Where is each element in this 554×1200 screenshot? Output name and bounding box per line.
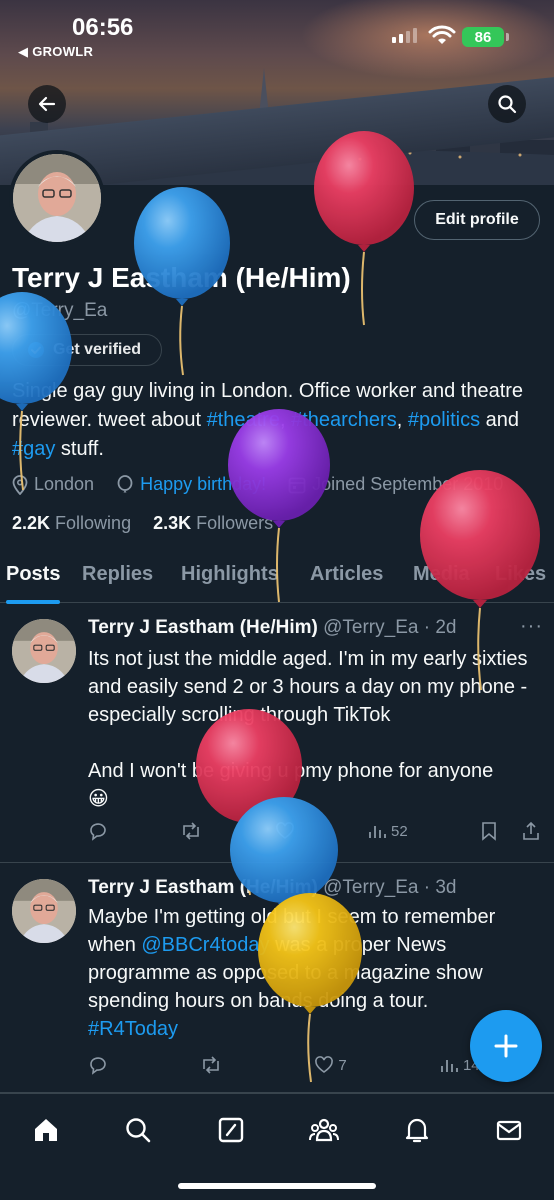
like-button[interactable]: 7: [314, 1055, 347, 1075]
search-icon: [498, 95, 517, 114]
edit-profile-button[interactable]: Edit profile: [414, 200, 540, 240]
nav-search[interactable]: [118, 1110, 158, 1150]
cellular-signal-icon: [392, 28, 417, 43]
nav-messages[interactable]: [489, 1110, 529, 1150]
status-bar: 06:56 ◀ GROWLR 86: [0, 0, 554, 70]
followers-link[interactable]: 2.3K Followers: [153, 513, 273, 534]
repost-button[interactable]: [200, 1055, 222, 1075]
balloon-icon: [117, 474, 133, 492]
nav-home[interactable]: [26, 1110, 66, 1150]
reply-icon: [90, 823, 106, 841]
mention-link[interactable]: @BBCr4today: [141, 934, 269, 956]
views-button[interactable]: 52: [367, 822, 408, 840]
following-link[interactable]: 2.2K Following: [12, 513, 131, 534]
repost-icon: [183, 822, 200, 840]
bell-icon: [405, 1118, 429, 1143]
nav-notifications[interactable]: [397, 1110, 437, 1150]
repost-button[interactable]: [180, 821, 202, 841]
bookmark-icon[interactable]: [480, 821, 498, 841]
post-header: Terry J Eastham (He/Him) @Terry_Ea · 2d: [88, 617, 456, 639]
battery-icon: 86: [462, 27, 504, 47]
profile-location: London: [34, 474, 95, 494]
get-verified-label: Get verified: [53, 341, 142, 358]
search-icon: [126, 1118, 151, 1143]
nav-communities[interactable]: [304, 1110, 344, 1150]
post-text: Maybe I'm getting old but I seem to reme…: [88, 906, 496, 1040]
repost-icon: [203, 1056, 220, 1074]
reply-button[interactable]: [88, 1055, 108, 1075]
tab-articles[interactable]: Articles: [310, 558, 383, 603]
post-actions: 52: [88, 821, 540, 841]
plus-icon: [494, 1034, 518, 1058]
birthday-link[interactable]: Happy birthday!: [140, 474, 266, 495]
profile-bio: Single gay guy living in London. Office …: [12, 380, 524, 460]
hashtag-link[interactable]: #R4Today: [88, 1018, 178, 1040]
back-button[interactable]: [28, 85, 66, 123]
avatar-photo: [12, 619, 76, 683]
post-actions: 7 143: [88, 1055, 488, 1075]
reply-icon: [90, 1057, 106, 1075]
tab-posts[interactable]: Posts: [6, 558, 61, 604]
verified-badge-icon: [28, 342, 44, 358]
search-button[interactable]: [488, 85, 526, 123]
calendar-icon: [288, 477, 306, 493]
views-chart-icon: [441, 1060, 458, 1072]
mail-icon: [496, 1120, 522, 1141]
post-handle-time: @Terry_Ea · 3d: [323, 877, 457, 898]
hashtag-link[interactable]: #theatre: [207, 409, 280, 431]
communities-icon: [309, 1118, 339, 1142]
avatar-photo: [13, 154, 101, 242]
views-count: 52: [390, 822, 408, 840]
compose-post-button[interactable]: [470, 1010, 542, 1082]
hashtag-link[interactable]: #thearchers: [291, 409, 397, 431]
nav-grok[interactable]: [211, 1110, 251, 1150]
wifi-icon: [428, 25, 456, 44]
more-options-icon[interactable]: ···: [520, 615, 543, 638]
location-pin-icon: [12, 474, 28, 495]
profile-joined: Joined September 2010: [312, 474, 504, 494]
post-avatar[interactable]: [12, 879, 76, 943]
hashtag-link[interactable]: #politics: [408, 409, 480, 431]
like-button[interactable]: [275, 821, 295, 841]
back-to-app-link[interactable]: ◀ GROWLR: [18, 44, 93, 60]
tab-replies[interactable]: Replies: [82, 558, 153, 603]
arrow-left-icon: [38, 96, 56, 112]
get-verified-button[interactable]: Get verified: [12, 334, 162, 366]
heart-icon: [275, 822, 294, 839]
follow-counts: 2.2K Following 2.3K Followers: [12, 513, 273, 534]
post-handle-time: @Terry_Ea · 2d: [323, 617, 457, 638]
emoji: 😀: [88, 788, 109, 810]
home-icon: [35, 1119, 57, 1141]
post-text: Its not just the middle aged. I'm in my …: [88, 645, 543, 813]
reply-button[interactable]: [88, 821, 108, 841]
post-author: Terry J Eastham (He/Him): [88, 617, 318, 638]
tab-media[interactable]: Media: [413, 558, 470, 603]
share-icon[interactable]: [522, 821, 540, 841]
likes-count: 7: [338, 1056, 347, 1074]
views-chart-icon: [369, 826, 386, 838]
post-item[interactable]: Terry J Eastham (He/Him) @Terry_Ea · 2d …: [0, 603, 554, 863]
status-time: 06:56: [72, 14, 134, 41]
profile-meta: London Happy birthday! Joined September …: [12, 474, 503, 495]
post-header: Terry J Eastham (He/Him) @Terry_Ea · 3d: [88, 877, 456, 899]
home-indicator: [178, 1183, 376, 1189]
post-author: Terry J Eastham (He/Him): [88, 877, 318, 898]
post-avatar[interactable]: [12, 619, 76, 683]
avatar-photo: [12, 879, 76, 943]
hashtag-link[interactable]: #gay: [12, 438, 55, 460]
profile-tabs: Posts Replies Highlights Articles Media …: [0, 558, 554, 604]
grok-icon: [218, 1117, 244, 1143]
tab-likes[interactable]: Likes: [495, 558, 546, 603]
heart-icon: [315, 1056, 334, 1073]
profile-name: Terry J Eastham (He/Him): [12, 262, 351, 293]
profile-handle: @Terry_Ea: [12, 300, 108, 321]
post-item[interactable]: Terry J Eastham (He/Him) @Terry_Ea · 3d …: [0, 863, 554, 1093]
tab-highlights[interactable]: Highlights: [181, 558, 279, 603]
profile-avatar[interactable]: [9, 150, 105, 246]
